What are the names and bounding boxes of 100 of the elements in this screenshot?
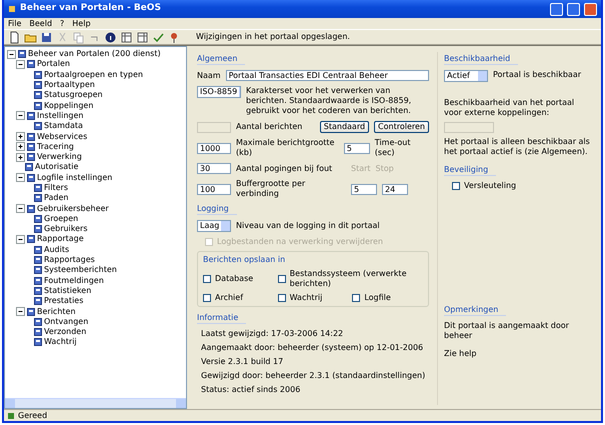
tree-item[interactable]: Gebruikers: [44, 224, 88, 234]
tree-item[interactable]: Wachtrij: [44, 337, 77, 348]
info-text: Aangemaakt door: beheerder (systeem) op 12-01-2006: [201, 343, 424, 353]
tree-item[interactable]: Verwerking: [37, 152, 82, 162]
field-label: Time-out (sec): [374, 138, 412, 158]
tree-node-icon: [34, 338, 42, 346]
expand-icon[interactable]: [16, 142, 25, 152]
collapse-icon[interactable]: [16, 111, 25, 120]
charset-dropdown[interactable]: ISO-8859: [197, 86, 241, 98]
tree-item[interactable]: Prestaties: [44, 296, 84, 306]
tree-node-icon: [34, 256, 42, 264]
remark-text: Zie help: [444, 349, 478, 359]
tree-item[interactable]: Portaaltypen: [44, 80, 95, 90]
name-field[interactable]: Portaal Transacties EDI Centraal Beheer: [226, 70, 429, 81]
window-title: Beheer van Portalen - BeOS: [20, 3, 161, 15]
number-field[interactable]: 5: [344, 142, 370, 154]
number-field[interactable]: 1000: [197, 142, 231, 154]
tree-item[interactable]: Filters: [44, 183, 68, 193]
tree-item[interactable]: Groepen: [44, 214, 78, 224]
tree-node-icon: [18, 50, 26, 58]
checkbox[interactable]: [278, 275, 286, 283]
tree-node-icon: [34, 286, 42, 295]
description-text: Karakterset voor het verwerken van berichten. Standaardwaarde is ISO-8859, gebruikt voor het coderen van berichten.: [246, 86, 412, 116]
tree-item[interactable]: Rapportage: [37, 234, 84, 244]
tree-item[interactable]: Statusgroepen: [44, 90, 103, 100]
minimize-button[interactable]: [550, 2, 563, 16]
tree-item[interactable]: Logfile instellingen: [37, 172, 112, 183]
tree-node-icon: [34, 214, 42, 223]
checkbox[interactable]: [203, 275, 211, 283]
checkbox[interactable]: [452, 182, 460, 190]
tree-item[interactable]: Tracering: [37, 142, 74, 152]
checkbox[interactable]: [278, 294, 286, 302]
tree-item[interactable]: Koppelingen: [44, 100, 94, 111]
tree-item[interactable]: Systeemberichten: [44, 265, 117, 276]
tree-item[interactable]: Gebruikersbeheer: [37, 204, 109, 214]
checkbox-label: Archief: [215, 293, 244, 303]
tree-item[interactable]: Statistieken: [44, 286, 92, 296]
tree-node-icon: [34, 70, 42, 79]
tree-item[interactable]: Stamdata: [44, 121, 83, 132]
tree-node-icon: [27, 60, 35, 68]
description-text: Beschikbaarheid van het portaal voor externe koppelingen:: [444, 98, 576, 118]
number-field[interactable]: 30: [197, 163, 231, 174]
collapse-icon[interactable]: [16, 173, 25, 182]
collapse-icon[interactable]: [16, 307, 25, 316]
menu-item[interactable]: Beeld: [29, 18, 52, 28]
status-text: Gereed: [18, 410, 48, 420]
checkbox-label: Logbestanden na verwerking verwijderen: [217, 237, 383, 247]
number-field[interactable]: 24: [382, 184, 408, 194]
collapse-icon[interactable]: [16, 234, 25, 244]
tree-node-icon: [34, 81, 42, 90]
number-field[interactable]: 100: [197, 184, 231, 194]
tree-node-icon: [27, 153, 35, 162]
checkbox-label: Wachtrij: [290, 293, 322, 303]
tree-node-icon: [34, 266, 42, 274]
number-field[interactable]: 5: [351, 184, 377, 194]
collapse-icon[interactable]: [16, 60, 25, 69]
checkbox[interactable]: [203, 294, 211, 302]
field-label: Stop: [376, 164, 394, 174]
tree-item[interactable]: Autorisatie: [35, 162, 78, 172]
tree-item[interactable]: Beheer van Portalen (200 dienst): [28, 49, 161, 60]
tree-item[interactable]: Instellingen: [37, 110, 84, 121]
toolbar-button[interactable]: [120, 30, 133, 44]
group-title: Berichten opslaan in: [203, 255, 286, 265]
section-heading: Algemeen: [197, 54, 246, 65]
tree-item[interactable]: Portaalgroepen en typen: [44, 70, 143, 80]
tree-item[interactable]: Rapportages: [44, 255, 95, 266]
toolbar-message: Wijzigingen in het portaal opgeslagen.: [196, 32, 350, 42]
collapse-icon[interactable]: [7, 50, 16, 59]
remark-text: Dit portaal is aangemaakt door beheer: [444, 321, 570, 341]
status-icon: [7, 412, 15, 420]
checkbox[interactable]: [352, 294, 360, 302]
tree-item[interactable]: Verzonden: [44, 327, 86, 338]
maximize-button[interactable]: [567, 2, 580, 16]
tree-item[interactable]: Paden: [44, 193, 68, 204]
tree-item[interactable]: Webservices: [37, 132, 88, 142]
level-dropdown[interactable]: Laag: [197, 220, 231, 232]
section-heading: Beveiliging: [444, 165, 496, 176]
horizontal-scrollbar[interactable]: [5, 398, 186, 408]
menu-item[interactable]: File: [8, 18, 22, 28]
info-text: Versie 2.3.1 build 17: [201, 357, 284, 367]
menu-item[interactable]: Help: [72, 18, 91, 28]
tree-item[interactable]: Ontvangen: [44, 316, 88, 327]
tree-node-icon: [34, 276, 42, 285]
app-icon: [8, 5, 16, 13]
status-dropdown[interactable]: Actief: [444, 70, 488, 82]
close-button[interactable]: [584, 2, 597, 16]
tree-item[interactable]: Audits: [44, 244, 70, 255]
toolbar-button[interactable]: [136, 30, 149, 44]
toolbar-button[interactable]: [8, 30, 21, 44]
tree-item[interactable]: Portalen: [37, 59, 70, 70]
toolbar-button[interactable]: [40, 30, 53, 44]
tree-item[interactable]: Berichten: [37, 306, 76, 317]
tree-node-icon: [34, 328, 42, 336]
toolbar-button[interactable]: [104, 30, 117, 44]
expand-icon[interactable]: [16, 152, 25, 162]
menu-item[interactable]: ?: [60, 18, 64, 28]
tree-item[interactable]: Foutmeldingen: [44, 276, 104, 286]
expand-icon[interactable]: [16, 132, 25, 142]
collapse-icon[interactable]: [16, 204, 25, 214]
section-heading: Opmerkingen: [444, 305, 506, 316]
